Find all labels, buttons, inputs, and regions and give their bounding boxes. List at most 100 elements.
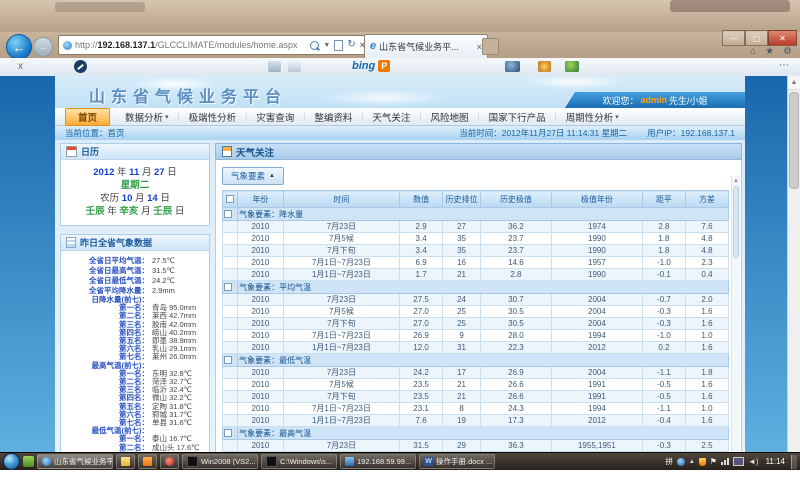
cell: 7月1日~7月23日 — [283, 257, 399, 269]
group-row: 气象要素：最高气温 — [223, 427, 729, 440]
element-dropdown-button[interactable]: 气象要素 ▲ — [222, 167, 284, 185]
group-checkbox[interactable] — [224, 356, 232, 364]
table-row: 20107月1日~7月23日26.9928.01994-1.01.0 — [223, 330, 729, 342]
cell: 2012 — [551, 415, 642, 427]
ime-indicator[interactable]: 拼 — [665, 456, 673, 467]
breadcrumb: 当前位置：首页 — [65, 127, 125, 139]
browser-scrollbar[interactable]: ▲ — [787, 76, 800, 470]
nav-item-4[interactable]: 灾害查询 — [247, 110, 303, 124]
forward-button[interactable]: → — [33, 37, 53, 57]
scrollbar-thumb[interactable] — [733, 186, 739, 258]
taskbar-button-label: 192.168.59.99... — [357, 457, 411, 466]
cell: 1.8 — [685, 367, 728, 379]
favorites-star-icon[interactable]: ★ — [765, 46, 774, 57]
cell: 2010 — [238, 391, 284, 403]
group-checkbox[interactable] — [224, 210, 232, 218]
cell: 2010 — [238, 342, 284, 354]
close-window-button[interactable]: ✕ — [768, 30, 797, 46]
nav-item-8[interactable]: 国家下行产品 — [480, 110, 555, 124]
column-header-2: 时间 — [283, 191, 399, 208]
table-row: 20107月5候23.52126.61991-0.51.6 — [223, 379, 729, 391]
gear-icon[interactable]: ⚙ — [783, 46, 792, 57]
panel-icon — [222, 146, 232, 157]
back-button[interactable]: ← — [6, 34, 32, 60]
cmd-taskbar-icon — [266, 456, 277, 467]
scroll-up-icon[interactable]: ▲ — [732, 176, 740, 185]
group-checkbox[interactable] — [224, 429, 232, 437]
sparkle-icon[interactable] — [538, 61, 551, 72]
search-icon[interactable] — [310, 41, 319, 50]
tray-app-icon[interactable] — [677, 458, 685, 466]
camera-icon[interactable] — [505, 61, 520, 72]
select-all-checkbox[interactable] — [226, 195, 234, 203]
taskbar-button-4[interactable] — [160, 454, 179, 469]
show-desktop-button[interactable] — [791, 455, 797, 469]
mail-icon[interactable] — [288, 61, 301, 72]
url-dropdown-icon[interactable]: ▼ — [323, 42, 330, 49]
cell: 28.0 — [481, 330, 552, 342]
nav-item-3[interactable]: 极端性分析 — [180, 110, 246, 124]
cell: 2010 — [238, 403, 284, 415]
network-icon[interactable] — [721, 458, 729, 465]
new-tab-button[interactable] — [482, 38, 499, 55]
compatibility-view-icon[interactable] — [334, 40, 343, 51]
cell: 25 — [443, 306, 481, 318]
bing-logo[interactable]: bing P — [352, 60, 390, 72]
start-button[interactable] — [3, 453, 20, 470]
security-icon[interactable] — [699, 458, 706, 466]
nav-item-5[interactable]: 整编资料 — [305, 110, 361, 124]
quick-launch-icon[interactable] — [23, 456, 34, 467]
community-icon[interactable] — [565, 61, 579, 72]
taskbar-button-7[interactable]: 192.168.59.99... — [340, 454, 416, 469]
nav-item-9[interactable]: 周期性分析▾ — [557, 110, 628, 124]
cell: 21 — [443, 391, 481, 403]
minimize-button[interactable]: — — [722, 30, 745, 46]
more-tools-icon[interactable]: ⋯ — [779, 60, 790, 71]
taskbar-button-1[interactable]: 山东省气候业务平... — [37, 454, 113, 469]
cell: 1.6 — [685, 391, 728, 403]
nav-item-2[interactable]: 数据分析▾ — [116, 110, 178, 124]
nav-item-7[interactable]: 风险地图 — [422, 110, 478, 124]
nav-item-1[interactable]: 首页 — [65, 108, 110, 126]
browser-scrollbar-thumb[interactable] — [789, 92, 799, 189]
card-icon[interactable] — [268, 61, 281, 72]
taskbar-button-6[interactable]: C:\Windows\s... — [261, 454, 337, 469]
volume-icon[interactable]: ◄) — [748, 458, 759, 466]
panel-scrollbar[interactable]: ▲ — [731, 176, 740, 469]
page-title: 山东省气候业务平台 — [89, 83, 287, 107]
hidden-icons-arrow-icon[interactable]: ▲ — [689, 459, 695, 465]
cell: 7月1日~7月23日 — [283, 403, 399, 415]
taskbar-button-label: 山东省气候业务平... — [54, 456, 113, 467]
folder-taskbar-icon — [121, 457, 130, 466]
home-icon[interactable]: ⌂ — [750, 46, 756, 57]
taskbar-button-3[interactable] — [138, 454, 157, 469]
group-checkbox[interactable] — [224, 283, 232, 291]
taskbar-button-2[interactable] — [116, 454, 135, 469]
row-checkbox-cell — [223, 233, 238, 245]
browser-scroll-up-icon[interactable]: ▲ — [788, 76, 800, 90]
maximize-button[interactable]: ▢ — [745, 30, 768, 46]
cell: 1994 — [551, 330, 642, 342]
url-icons: ▼ ↻ × — [310, 40, 365, 51]
nav-item-6[interactable]: 天气关注 — [363, 110, 419, 124]
table-row: 20107月下旬3.43523.719901.84.8 — [223, 245, 729, 257]
browser-tab[interactable]: e 山东省气候业务平... × — [364, 34, 488, 58]
taskbar-button-5[interactable]: Win2008 (VS2... — [182, 454, 258, 469]
close-bar-button[interactable]: x — [18, 61, 23, 72]
url-input[interactable]: http://192.168.137.1/GLCCLIMATE/modules/… — [58, 35, 370, 55]
calendar-ganzhi-line: 壬辰 年 辛亥 月 壬辰 日 — [69, 205, 201, 218]
screen: ← → http://192.168.137.1/GLCCLIMATE/modu… — [0, 0, 800, 500]
cell: 2010 — [238, 221, 284, 233]
action-center-flag-icon[interactable]: ⚑ — [710, 458, 717, 466]
cell: 2.3 — [685, 257, 728, 269]
stat-row: 全省日平均气温：27.5℃ — [61, 256, 207, 266]
display-icon[interactable] — [733, 457, 744, 466]
page-content: 山东省气候业务平台 欢迎您： admin 先生/小姐 首页数据分析▾|极端性分析… — [55, 76, 745, 470]
refresh-icon[interactable]: ↻ — [347, 41, 355, 49]
blocked-site-icon[interactable] — [74, 60, 87, 73]
taskbar-clock[interactable]: 11:14 — [763, 457, 788, 466]
cell: 2004 — [551, 306, 642, 318]
taskbar-button-8[interactable]: W操作手册.docx ... — [419, 454, 495, 469]
cell: 19 — [443, 415, 481, 427]
column-header-3: 数值 — [400, 191, 443, 208]
